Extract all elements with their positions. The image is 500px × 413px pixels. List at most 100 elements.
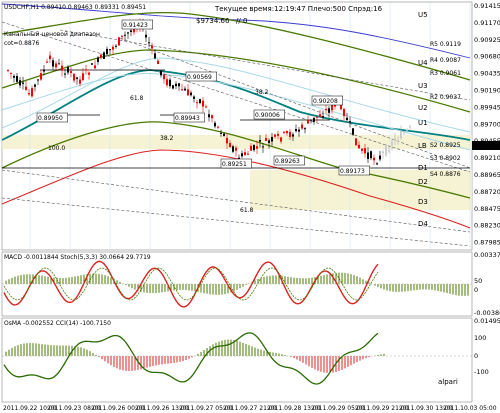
candle-body bbox=[115, 45, 117, 47]
level-label-d1: D1 bbox=[418, 164, 428, 172]
candle-body bbox=[364, 148, 366, 154]
candle-body bbox=[85, 69, 87, 71]
candle-body bbox=[22, 82, 24, 84]
candle-body bbox=[217, 126, 219, 128]
status-line: Текущее время:12:19:47 Плечо:500 Спрэд:1… bbox=[214, 5, 383, 13]
candle-body bbox=[199, 99, 201, 104]
cci-level: -100 bbox=[474, 368, 489, 376]
price-tick: 0.89700 bbox=[474, 120, 500, 128]
chart-canvas[interactable]: U5 U4 U3 U2 U1 LB D1 D2 D3 D4 R5 0.9119 R4 0.9087 R3… bbox=[0, 0, 500, 413]
svg-text:100.0: 100.0 bbox=[48, 145, 65, 152]
candle-body bbox=[82, 73, 84, 80]
level-label-u4: U4 bbox=[418, 59, 428, 67]
level-label-d3: D3 bbox=[418, 198, 428, 206]
candle-body bbox=[310, 119, 312, 121]
price-annotation: 0.89251 bbox=[220, 158, 252, 169]
candle-body bbox=[28, 93, 30, 95]
candle-body bbox=[259, 140, 261, 142]
price-tick: 0.90190 bbox=[474, 87, 500, 95]
candle-body bbox=[100, 54, 102, 58]
candle-body bbox=[223, 133, 225, 136]
level-label-d2: D2 bbox=[418, 178, 428, 186]
candle-body bbox=[250, 145, 252, 151]
candle-body bbox=[37, 79, 39, 81]
candle-body bbox=[304, 128, 306, 130]
candle-body bbox=[286, 131, 288, 134]
price-annotation: 0.89173 bbox=[338, 165, 370, 176]
candle-body bbox=[316, 116, 318, 118]
candle-body bbox=[346, 117, 348, 121]
candle-body bbox=[88, 72, 90, 75]
price-annotation: 0.89263 bbox=[273, 155, 305, 166]
candle-body bbox=[391, 141, 393, 146]
candle-body bbox=[148, 42, 150, 44]
price-tick: 0.87985 bbox=[474, 239, 500, 247]
pivot-label-r2: R2 0.9037 bbox=[430, 94, 461, 101]
candle-body bbox=[241, 153, 243, 157]
balance: $9734.66 bbox=[196, 17, 230, 25]
candle-body bbox=[31, 88, 33, 97]
svg-text:0.91423: 0.91423 bbox=[123, 22, 148, 29]
candle-body bbox=[184, 88, 186, 91]
candle-body bbox=[40, 73, 42, 80]
stoch-level: 0 bbox=[474, 286, 478, 294]
candle-body bbox=[280, 137, 282, 142]
current-price: 0.89451 bbox=[474, 142, 500, 150]
alpari-watermark: alpari bbox=[438, 378, 458, 386]
candle-body bbox=[178, 83, 180, 87]
price-tick: 0.90435 bbox=[474, 70, 500, 78]
candle-body bbox=[73, 73, 75, 81]
candle-body bbox=[112, 46, 114, 50]
candle-body bbox=[370, 151, 372, 159]
price-tick: 0.89945 bbox=[474, 103, 500, 111]
candle-body bbox=[91, 63, 93, 65]
candle-body bbox=[403, 133, 405, 135]
candle-body bbox=[97, 57, 99, 62]
candle-body bbox=[313, 117, 315, 122]
candle-body bbox=[211, 115, 213, 119]
pivot-label-s2: S2 0.8925 bbox=[430, 142, 461, 149]
svg-text:0.89251: 0.89251 bbox=[222, 161, 247, 168]
candle-body bbox=[253, 144, 255, 151]
candle-body bbox=[94, 65, 96, 69]
cci-level: 100 bbox=[474, 334, 486, 342]
candle-body bbox=[361, 148, 363, 151]
candle-body bbox=[109, 49, 111, 51]
candle-body bbox=[163, 74, 165, 80]
candle-body bbox=[247, 153, 249, 155]
price-tick: 0.88475 bbox=[474, 205, 500, 213]
svg-text:0.89950: 0.89950 bbox=[38, 115, 63, 122]
price-annotation: 100.0 bbox=[48, 145, 65, 152]
candle-body bbox=[376, 163, 378, 165]
candle-body bbox=[7, 69, 9, 71]
candle-body bbox=[400, 131, 402, 139]
candle-body bbox=[373, 157, 375, 161]
candle-body bbox=[409, 126, 411, 128]
time-tick: 2011.10.03 05:00 bbox=[443, 405, 497, 412]
candle-body bbox=[187, 89, 189, 96]
candle-body bbox=[193, 96, 195, 99]
svg-text:38.2: 38.2 bbox=[255, 89, 269, 96]
svg-text:61.8: 61.8 bbox=[240, 207, 254, 214]
candle-body bbox=[262, 146, 264, 148]
candle-body bbox=[295, 129, 297, 132]
candle-body bbox=[64, 73, 66, 75]
candle-body bbox=[229, 142, 231, 148]
candle-body bbox=[277, 133, 279, 136]
candle-body bbox=[67, 67, 69, 73]
candle-body bbox=[367, 152, 369, 159]
time-axis: 2011.09.22 10:002011.09.23 08:002011.09.… bbox=[3, 405, 497, 412]
stoch-level: 0.003378 bbox=[474, 251, 500, 259]
candle-body bbox=[181, 89, 183, 91]
candle-body bbox=[274, 134, 276, 137]
candle-body bbox=[244, 152, 246, 155]
candle-body bbox=[157, 60, 159, 65]
candle-body bbox=[175, 83, 177, 87]
channel-subtitle: Канальный ценовой диапазон bbox=[4, 31, 100, 38]
candle-body bbox=[268, 140, 270, 143]
svg-text:0.90569: 0.90569 bbox=[187, 74, 212, 81]
price-tick: 0.89210 bbox=[474, 154, 500, 162]
candle-body bbox=[301, 124, 303, 129]
pivot-label-s3: S3 0.8902 bbox=[430, 155, 461, 162]
candle-body bbox=[289, 131, 291, 137]
